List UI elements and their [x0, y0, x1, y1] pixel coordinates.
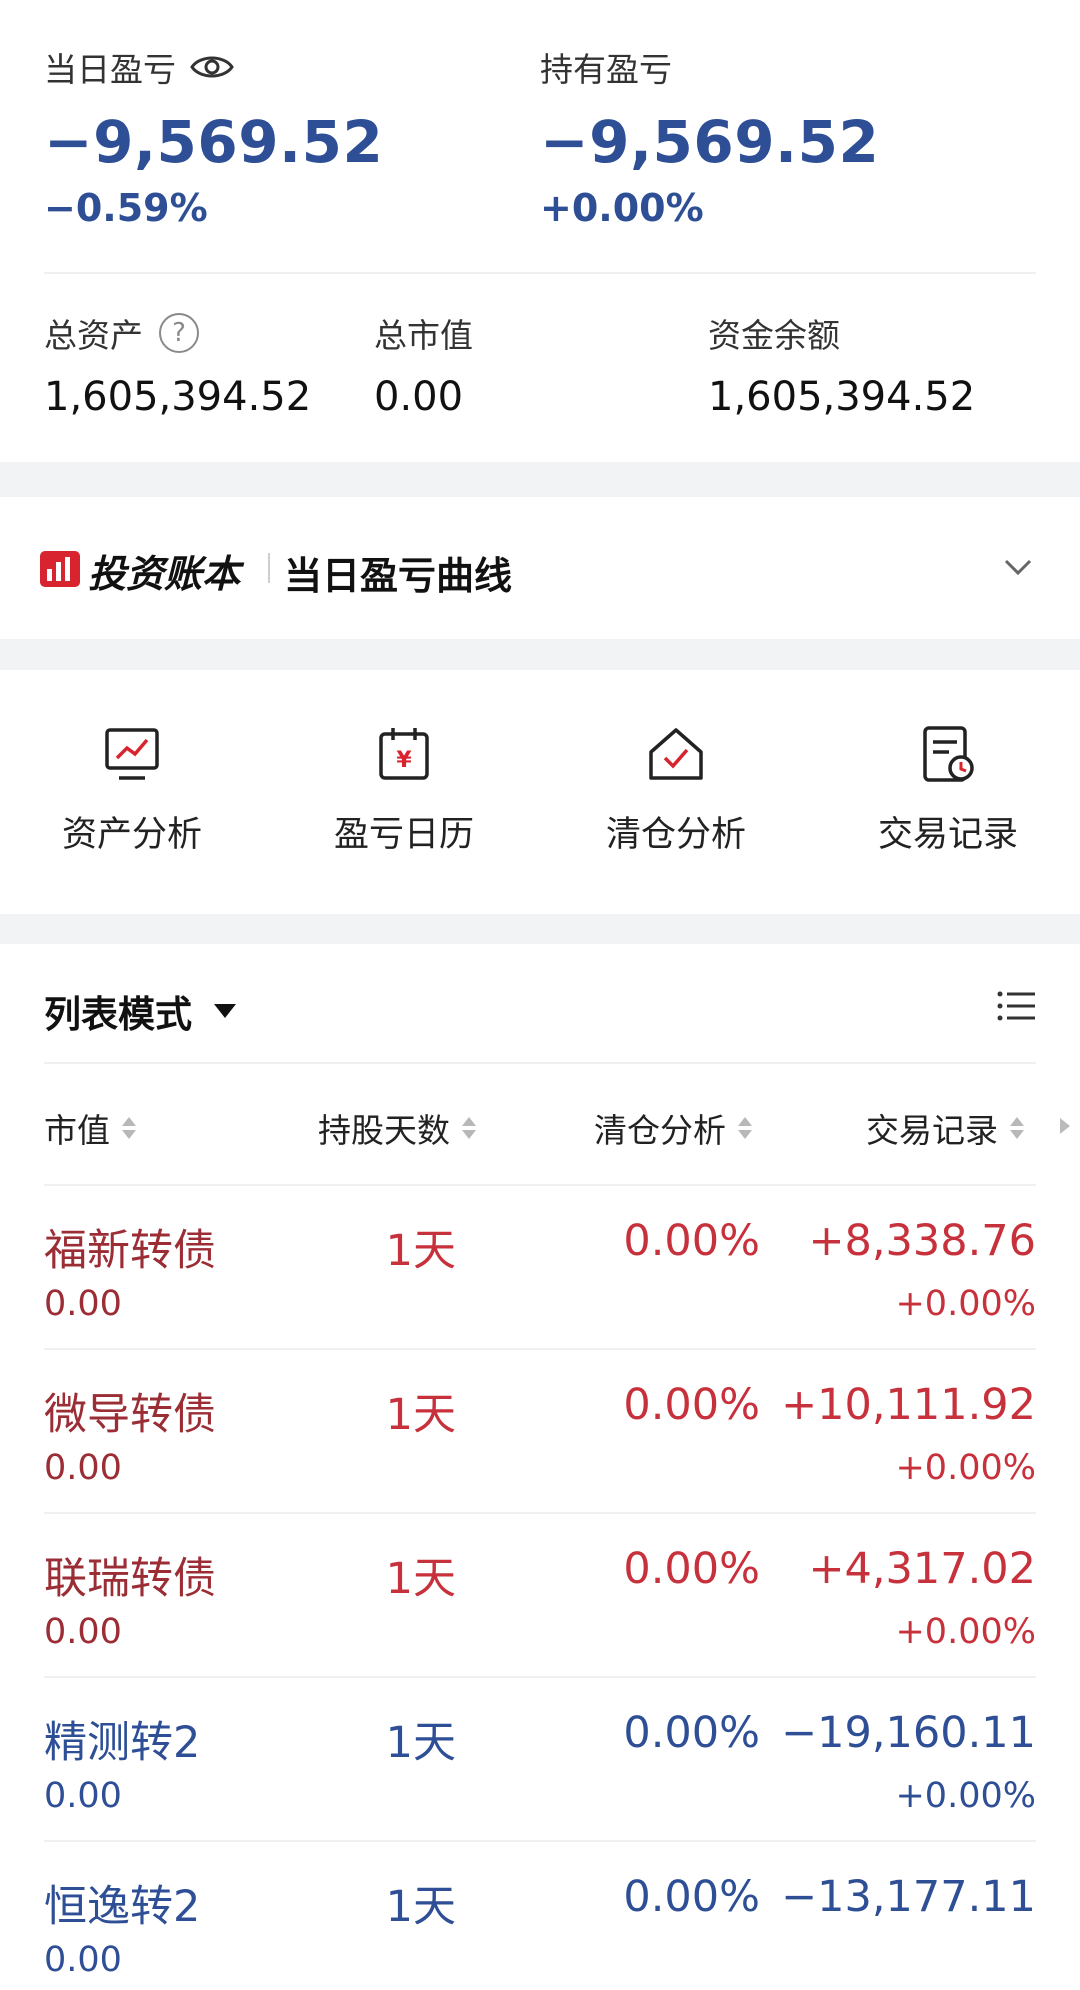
- ledger-title: 当日盈亏曲线: [284, 554, 513, 598]
- monitor-chart-icon: [105, 728, 159, 780]
- calendar-yen-icon: ¥: [379, 728, 429, 780]
- table-row[interactable]: 福新转债 0.00 1天 0.00% +8,338.76 +0.00%: [44, 1184, 1036, 1348]
- holding-pl-pct: +0.00%: [540, 186, 704, 230]
- svg-text:¥: ¥: [396, 748, 412, 773]
- total-assets-value: 1,605,394.52: [44, 374, 312, 420]
- list-mode-label: 列表模式: [44, 993, 192, 1036]
- list-view-icon[interactable]: [996, 988, 1036, 1024]
- document-clock-icon: [923, 726, 974, 782]
- eye-icon[interactable]: [190, 52, 234, 82]
- bond-pl: +4,317.02: [808, 1544, 1036, 1594]
- bond-name: 精测转2: [44, 1718, 201, 1768]
- list-header-divider: [44, 1062, 1036, 1064]
- cash-label: 资金余额: [708, 316, 840, 355]
- bond-pl-pct: +0.00%: [895, 1612, 1036, 1652]
- bond-clear-pct: 0.00%: [623, 1872, 760, 1922]
- bond-days: 1天: [385, 1718, 456, 1768]
- total-assets-block: 总资产 ? 1,605,394.52: [44, 310, 311, 420]
- ledger-brand: 投资账本: [88, 552, 241, 596]
- summary-card: 当日盈亏 −9,569.52 −0.59% 持有盈亏 −9,569.52 +0.…: [0, 0, 1080, 462]
- bond-pl-pct: +0.00%: [895, 1776, 1036, 1816]
- daily-pl-value: −9,569.52: [44, 108, 384, 176]
- help-icon[interactable]: ?: [159, 313, 199, 353]
- table-row[interactable]: 微导转债 0.00 1天 0.00% +10,111.92 +0.00%: [44, 1348, 1036, 1512]
- market-value-value: 0.00: [374, 374, 464, 420]
- holding-pl-label: 持有盈亏: [540, 50, 672, 89]
- total-assets-label: 总资产: [44, 316, 143, 355]
- bond-market-value: 0.00: [44, 1448, 122, 1488]
- ledger-separator: [268, 553, 270, 583]
- cash-value: 1,605,394.52: [708, 374, 976, 420]
- holding-pl-value: −9,569.52: [540, 108, 880, 176]
- market-value-block: 总市值 0.00: [374, 310, 473, 420]
- table-row[interactable]: 联瑞转债 0.00 1天 0.00% +4,317.02 +0.00%: [44, 1512, 1036, 1676]
- col-trade-records[interactable]: 交易记录: [866, 1104, 1024, 1152]
- scroll-right-icon[interactable]: [1060, 1118, 1070, 1134]
- sort-icon: [122, 1117, 136, 1139]
- holding-pl-block: 持有盈亏 −9,569.52 +0.00%: [540, 44, 879, 230]
- bond-name: 恒逸转2: [44, 1882, 201, 1932]
- sort-icon: [738, 1117, 752, 1139]
- bond-clear-pct: 0.00%: [623, 1708, 760, 1758]
- bond-days: 1天: [385, 1390, 456, 1440]
- bond-pl: +10,111.92: [781, 1380, 1036, 1430]
- tool-label: 清仓分析: [605, 815, 746, 855]
- bond-name: 福新转债: [44, 1226, 216, 1276]
- sort-icon: [1010, 1117, 1024, 1139]
- cash-block: 资金余额 1,605,394.52: [708, 310, 975, 420]
- col-label: 交易记录: [866, 1111, 998, 1150]
- col-label: 清仓分析: [594, 1111, 726, 1150]
- tool-clear-analysis[interactable]: 清仓分析: [576, 722, 776, 857]
- col-market-value[interactable]: 市值: [44, 1104, 136, 1152]
- bond-name: 微导转债: [44, 1390, 216, 1440]
- house-check-icon: [649, 728, 703, 780]
- tool-asset-analysis[interactable]: 资产分析: [32, 722, 232, 857]
- tool-trade-records[interactable]: 交易记录: [848, 722, 1048, 857]
- bond-name: 联瑞转债: [44, 1554, 216, 1604]
- col-label: 持股天数: [318, 1111, 450, 1150]
- bond-pl: +8,338.76: [808, 1216, 1036, 1266]
- daily-pl-block: 当日盈亏 −9,569.52 −0.59%: [44, 44, 383, 230]
- caret-down-icon: [214, 1004, 236, 1018]
- bond-days: 1天: [385, 1882, 456, 1932]
- bond-clear-pct: 0.00%: [623, 1380, 760, 1430]
- ledger-curve-bar[interactable]: 投资账本 当日盈亏曲线: [0, 497, 1080, 639]
- bond-pl-pct: +0.00%: [895, 1448, 1036, 1488]
- list-mode-toggle[interactable]: 列表模式: [44, 984, 236, 1038]
- bond-clear-pct: 0.00%: [623, 1216, 760, 1266]
- daily-pl-label-row: 当日盈亏: [44, 44, 383, 90]
- bond-pl-pct: +0.00%: [895, 1284, 1036, 1324]
- tool-label: 盈亏日历: [333, 815, 474, 855]
- daily-pl-pct: −0.59%: [44, 186, 208, 230]
- bond-days: 1天: [385, 1226, 456, 1276]
- bond-market-value: 0.00: [44, 1940, 122, 1980]
- bond-clear-pct: 0.00%: [623, 1544, 760, 1594]
- tool-label: 交易记录: [877, 815, 1018, 855]
- ledger-logo-icon: [40, 551, 80, 587]
- table-row[interactable]: 精测转2 0.00 1天 0.00% −19,160.11 +0.00%: [44, 1676, 1036, 1840]
- summary-divider: [44, 272, 1036, 274]
- bond-pl: −13,177.11: [781, 1872, 1036, 1922]
- bond-market-value: 0.00: [44, 1612, 122, 1652]
- bond-days: 1天: [385, 1554, 456, 1604]
- holdings-list: 列表模式 市值 持股天数 清仓分析 交易记录 福新转债 0.00 1天 0.00…: [0, 944, 1080, 1990]
- sort-icon: [462, 1117, 476, 1139]
- market-value-label: 总市值: [374, 316, 473, 355]
- col-holding-days[interactable]: 持股天数: [318, 1104, 476, 1152]
- table-row[interactable]: 恒逸转2 0.00 1天 0.00% −13,177.11: [44, 1840, 1036, 1990]
- tool-label: 资产分析: [61, 815, 202, 855]
- tool-pl-calendar[interactable]: ¥ 盈亏日历: [304, 722, 504, 857]
- col-label: 市值: [44, 1111, 110, 1150]
- col-clear-analysis[interactable]: 清仓分析: [594, 1104, 752, 1152]
- daily-pl-label: 当日盈亏: [44, 50, 176, 89]
- bond-market-value: 0.00: [44, 1776, 122, 1816]
- bond-pl: −19,160.11: [781, 1708, 1036, 1758]
- tools-panel: 资产分析 ¥ 盈亏日历 清仓分析 交易记录: [0, 670, 1080, 914]
- chevron-down-icon[interactable]: [1000, 549, 1036, 585]
- bond-market-value: 0.00: [44, 1284, 122, 1324]
